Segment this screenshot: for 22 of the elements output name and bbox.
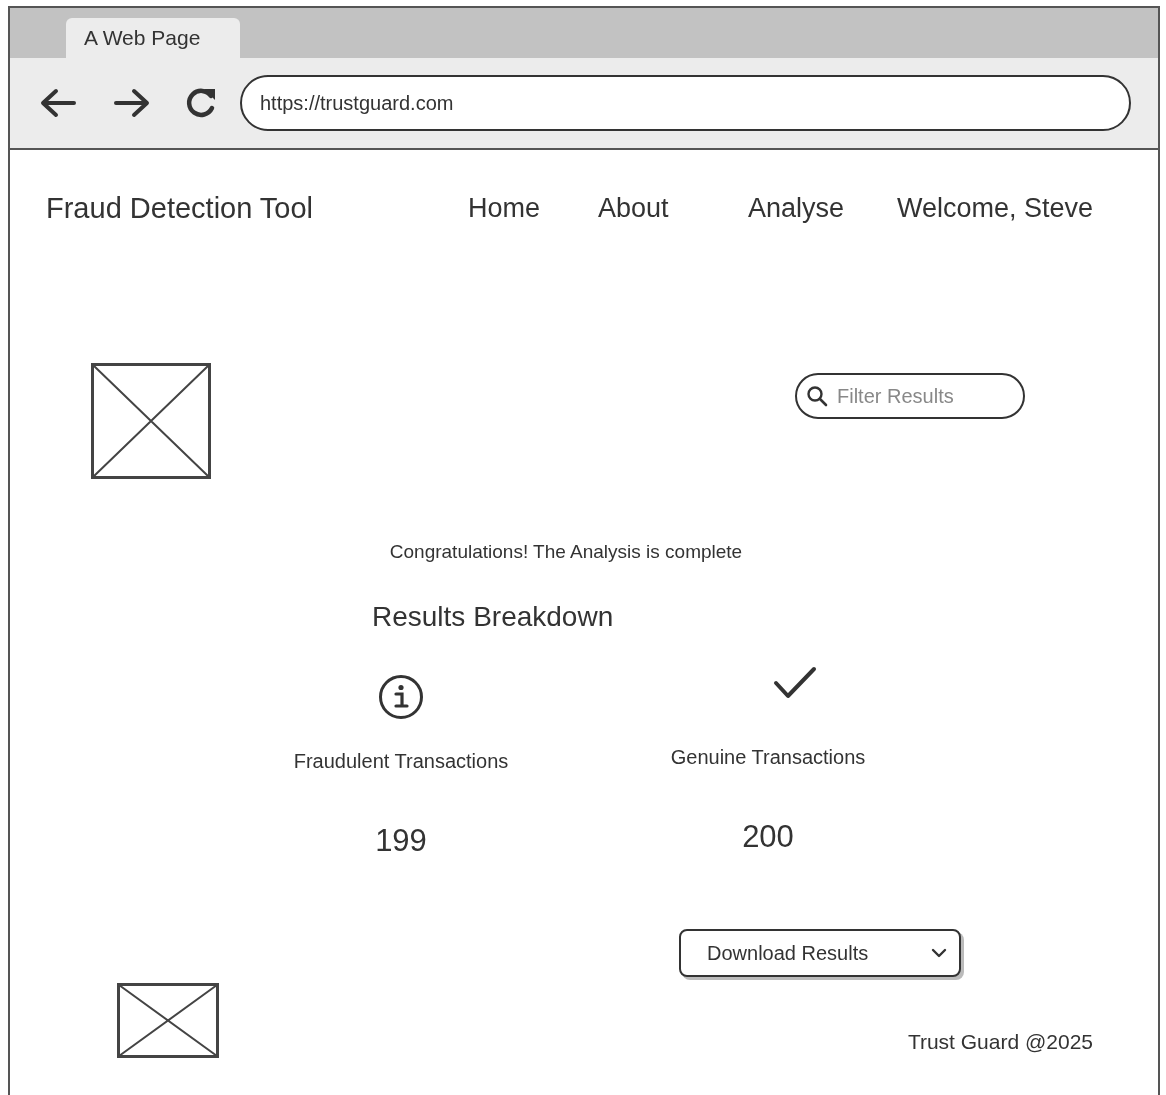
reload-icon[interactable] bbox=[184, 86, 218, 120]
checkmark-icon bbox=[773, 666, 817, 700]
stat-value: 199 bbox=[374, 823, 428, 859]
nav-link[interactable]: About bbox=[598, 193, 748, 224]
stat-label: Fraudulent Transactions bbox=[292, 750, 510, 773]
browser-tab[interactable]: A Web Page bbox=[66, 18, 240, 58]
completion-message: Congratulations! The Analysis is complete bbox=[388, 541, 744, 563]
nav-link[interactable]: Home bbox=[468, 193, 598, 224]
nav-link[interactable]: Welcome, Steve bbox=[897, 193, 1158, 224]
stat-label: Genuine Transactions bbox=[669, 746, 867, 769]
forward-arrow-icon[interactable] bbox=[112, 87, 152, 119]
nav-link[interactable]: Analyse bbox=[748, 193, 897, 224]
address-bar[interactable]: https://trustguard.com bbox=[240, 75, 1131, 131]
app-title: Fraud Detection Tool bbox=[46, 192, 315, 225]
section-heading: Results Breakdown bbox=[372, 601, 615, 633]
info-icon bbox=[378, 674, 424, 720]
stat-value: 200 bbox=[741, 819, 795, 855]
back-arrow-icon[interactable] bbox=[38, 87, 78, 119]
chevron-down-icon bbox=[931, 948, 947, 958]
download-button[interactable]: Download Results bbox=[679, 929, 961, 977]
filter-field[interactable]: Filter Results bbox=[795, 373, 1025, 419]
footer-text: Trust Guard @2025 bbox=[907, 1030, 1093, 1055]
